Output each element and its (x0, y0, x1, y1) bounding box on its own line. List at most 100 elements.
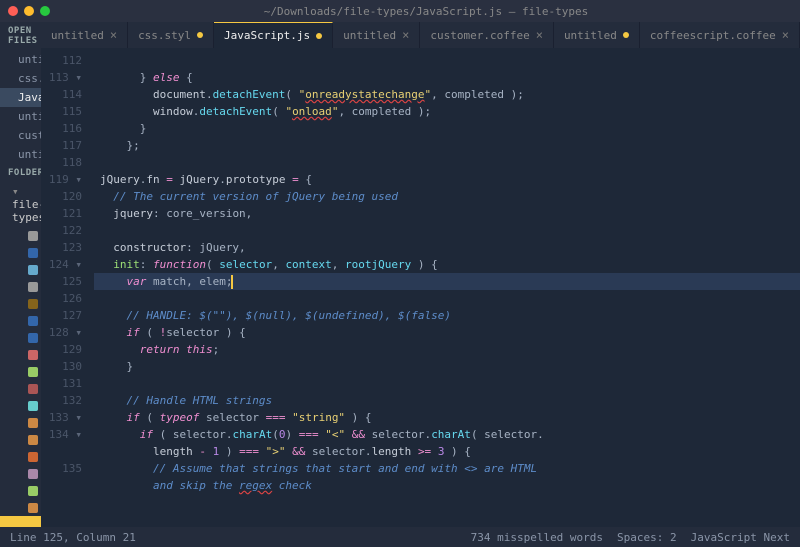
modified-dot-icon[interactable] (316, 33, 322, 39)
modified-dot-icon[interactable] (197, 32, 203, 38)
file-icon (28, 248, 38, 258)
file-icon (28, 469, 38, 479)
open-file-item[interactable]: customer.coffee (0, 126, 41, 145)
code-line[interactable] (94, 154, 800, 171)
code-line[interactable]: // Assume that strings that start and en… (94, 460, 800, 477)
gutter: 112113 ▾114115116117118119 ▾120121122123… (41, 48, 94, 527)
spell-count[interactable]: 734 misspelled words (471, 531, 603, 544)
file-icon (28, 418, 38, 428)
file-item[interactable]: coffeescript.coffee (0, 295, 41, 312)
file-icon (28, 333, 38, 343)
tab[interactable]: untitled × (333, 22, 420, 48)
status-bar: Line 125, Column 21 734 misspelled words… (0, 527, 800, 547)
file-item[interactable]: changelog (0, 278, 41, 295)
tab-label: coffeescript.coffee (650, 29, 776, 42)
file-icon (28, 520, 38, 528)
code-line[interactable]: jQuery.fn = jQuery.prototype = { (94, 171, 800, 188)
tab-label: untitled (564, 29, 617, 42)
tab[interactable]: JavaScript.js (214, 22, 333, 48)
code-line[interactable]: // Handle HTML strings (94, 392, 800, 409)
minimize-icon[interactable] (24, 6, 34, 16)
file-item[interactable]: css.css (0, 312, 41, 329)
tab[interactable]: untitled× (41, 22, 128, 48)
window-title: ~/Downloads/file-types/JavaScript.js — f… (60, 5, 792, 18)
code-line[interactable] (94, 290, 800, 307)
file-icon (28, 486, 38, 496)
code-line[interactable] (94, 52, 800, 69)
code-line[interactable]: if ( !selector ) { (94, 324, 800, 341)
folders-header: FOLDERS (0, 164, 41, 182)
indent-setting[interactable]: Spaces: 2 (617, 531, 677, 544)
file-item[interactable]: erlang.erl (0, 380, 41, 397)
open-file-item[interactable]: JavaScript.js (0, 88, 41, 107)
cursor-position[interactable]: Line 125, Column 21 (10, 531, 136, 544)
window-controls (8, 6, 50, 16)
tab[interactable]: css.styl (128, 22, 214, 48)
close-tab-icon[interactable]: × (782, 28, 789, 42)
code-line[interactable]: and skip the regex check (94, 477, 800, 494)
code-line[interactable]: constructor: jQuery, (94, 239, 800, 256)
file-item[interactable]: bower.json (0, 244, 41, 261)
tab[interactable]: customer.coffee × (420, 22, 554, 48)
file-icon (28, 282, 38, 292)
file-icon (28, 350, 38, 360)
open-file-item[interactable]: css.styl (0, 69, 41, 88)
code-line[interactable]: } else { (94, 69, 800, 86)
folder-root[interactable]: file-types (0, 182, 41, 227)
code-line[interactable]: init: function( selector, context, rootj… (94, 256, 800, 273)
code-line[interactable]: } (94, 120, 800, 137)
code-line[interactable]: return this; (94, 341, 800, 358)
file-item[interactable]: css.less (0, 329, 41, 346)
tab-label: customer.coffee (430, 29, 529, 42)
code-lines[interactable]: } else { document.detachEvent( "onreadys… (94, 48, 800, 527)
code-line[interactable]: }; (94, 137, 800, 154)
close-tab-icon[interactable]: × (110, 28, 117, 42)
tab[interactable]: untitled (554, 22, 640, 48)
code-line[interactable]: jquery: core_version, (94, 205, 800, 222)
tab-label: JavaScript.js (224, 29, 310, 42)
file-item[interactable]: Jade.jade (0, 482, 41, 499)
code-area[interactable]: 112113 ▾114115116117118119 ▾120121122123… (41, 48, 800, 527)
syntax-mode[interactable]: JavaScript Next (691, 531, 790, 544)
code-line[interactable]: // The current version of jQuery being u… (94, 188, 800, 205)
code-line[interactable]: length - 1 ) === ">" && selector.length … (94, 443, 800, 460)
code-line[interactable] (94, 375, 800, 392)
file-icon (28, 231, 38, 241)
code-line[interactable] (94, 222, 800, 239)
file-icon (28, 299, 38, 309)
code-line[interactable]: document.detachEvent( "onreadystatechang… (94, 86, 800, 103)
code-line[interactable]: window.detachEvent( "onload", completed … (94, 103, 800, 120)
file-item[interactable]: go.go (0, 397, 41, 414)
close-tab-icon[interactable]: × (536, 28, 543, 42)
sidebar: OPEN FILES untitledcss.stylJavaScript.js… (0, 22, 41, 527)
file-item[interactable]: image.jpg (0, 465, 41, 482)
file-item[interactable]: c++.hpp (0, 261, 41, 278)
file-item[interactable]: archive.zip (0, 227, 41, 244)
code-line[interactable]: } (94, 358, 800, 375)
code-line[interactable]: if ( selector.charAt(0) === "<" && selec… (94, 426, 800, 443)
open-file-item[interactable]: untitled (0, 50, 41, 69)
file-item[interactable]: Gruntfile.js (0, 414, 41, 431)
close-tab-icon[interactable]: × (402, 28, 409, 42)
maximize-icon[interactable] (40, 6, 50, 16)
file-icon (28, 401, 38, 411)
code-line[interactable]: // HANDLE: $(""), $(null), $(undefined),… (94, 307, 800, 324)
open-file-item[interactable]: untitled (0, 145, 41, 164)
file-item[interactable]: html.slim (0, 448, 41, 465)
modified-dot-icon[interactable] (623, 32, 629, 38)
file-item[interactable]: html.html.erb (0, 431, 41, 448)
tab[interactable]: coffeescript.coffee × (640, 22, 800, 48)
tab-bar: untitled×css.stylJavaScript.jsuntitled×c… (41, 22, 800, 48)
file-icon (28, 265, 38, 275)
file-item[interactable]: css.styl (0, 363, 41, 380)
close-icon[interactable] (8, 6, 18, 16)
file-item[interactable]: css.scss (0, 346, 41, 363)
open-file-item[interactable]: untitled (0, 107, 41, 126)
tab-label: untitled (343, 29, 396, 42)
file-icon (28, 384, 38, 394)
file-item[interactable]: JavaScript.js (0, 516, 41, 527)
code-line[interactable]: var match, elem; (94, 273, 800, 290)
file-item[interactable]: java.java (0, 499, 41, 516)
open-files-header: OPEN FILES (0, 22, 41, 50)
code-line[interactable]: if ( typeof selector === "string" ) { (94, 409, 800, 426)
